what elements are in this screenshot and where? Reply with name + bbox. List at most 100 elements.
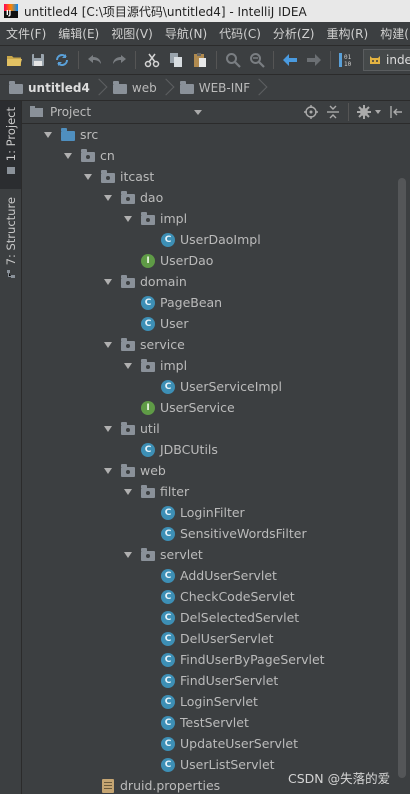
sync-icon[interactable] [52, 50, 72, 70]
locate-target-icon[interactable] [303, 104, 319, 120]
tree-node[interactable]: C UpdateUserServlet [160, 733, 298, 754]
cut-icon[interactable] [142, 50, 162, 70]
tree-node[interactable]: C JDBCUtils [140, 439, 218, 460]
tree-node[interactable]: C LoginFilter [160, 502, 245, 523]
tree-node[interactable]: itcast [82, 166, 154, 187]
paste-icon[interactable] [190, 50, 210, 70]
gear-icon[interactable] [356, 104, 372, 120]
redo-icon[interactable] [109, 50, 129, 70]
package-icon [100, 169, 116, 185]
tree-node[interactable]: C UserListServlet [160, 754, 275, 775]
tree-node[interactable]: C AddUserServlet [160, 565, 277, 586]
breadcrumb-item-web-inf[interactable]: WEB-INF [171, 80, 250, 96]
tree-node[interactable]: service [102, 334, 185, 355]
tab-structure[interactable]: 7: Structure [0, 193, 21, 287]
panel-title: Project [50, 105, 92, 119]
expand-arrow-icon[interactable] [102, 423, 114, 435]
structure-tab-icon [6, 270, 15, 279]
expand-arrow-icon[interactable] [122, 213, 134, 225]
tree-node[interactable]: I UserService [140, 397, 235, 418]
expand-arrow-icon[interactable] [102, 339, 114, 351]
tree-node[interactable]: C CheckCodeServlet [160, 586, 295, 607]
tree-node[interactable]: C TestServlet [160, 712, 249, 733]
menu-edit[interactable]: 编辑(E) [52, 25, 105, 42]
expand-arrow-icon[interactable] [102, 192, 114, 204]
run-configuration-label: index [386, 53, 410, 67]
replace-icon[interactable] [247, 50, 267, 70]
folder-icon [179, 80, 195, 96]
expand-arrow-icon[interactable] [122, 486, 134, 498]
tree-node[interactable]: C LoginServlet [160, 691, 258, 712]
breadcrumb: untitled4 web WEB-INF [0, 75, 410, 101]
expand-arrow-icon[interactable] [82, 171, 94, 183]
save-icon[interactable] [28, 50, 48, 70]
expand-arrow-icon[interactable] [122, 360, 134, 372]
tree-node[interactable]: dao [102, 187, 163, 208]
tree-node[interactable]: C User [140, 313, 189, 334]
breadcrumb-item-web[interactable]: web [104, 80, 157, 96]
tree-node[interactable]: domain [102, 271, 187, 292]
tree-node[interactable]: druid.properties [100, 775, 220, 794]
tree-node[interactable]: C DelSelectedServlet [160, 607, 299, 628]
expand-arrow-icon[interactable] [42, 129, 54, 141]
tree-node[interactable]: C UserDaoImpl [160, 229, 261, 250]
tree-node[interactable]: C PageBean [140, 292, 222, 313]
tree-node-label: JDBCUtils [160, 442, 218, 457]
open-folder-icon[interactable] [4, 50, 24, 70]
tree-node[interactable]: filter [122, 481, 189, 502]
menu-code[interactable]: 代码(C) [213, 25, 267, 42]
tree-node[interactable]: impl [122, 355, 187, 376]
undo-icon[interactable] [85, 50, 105, 70]
vertical-scrollbar[interactable] [394, 124, 410, 794]
expand-arrow-icon[interactable] [102, 276, 114, 288]
copy-icon[interactable] [166, 50, 186, 70]
tree-node[interactable]: C FindUserByPageServlet [160, 649, 325, 670]
class-icon: C [160, 568, 176, 584]
package-icon [140, 211, 156, 227]
menu-refactor[interactable]: 重构(R) [321, 25, 375, 42]
tree-node-label: PageBean [160, 295, 223, 310]
tree-node[interactable]: I UserDao [140, 250, 213, 271]
menu-analyze[interactable]: 分析(Z) [267, 25, 321, 42]
menu-file[interactable]: 文件(F) [0, 25, 52, 42]
tree-node-label: filter [160, 484, 190, 499]
tree-node[interactable]: src [42, 124, 98, 145]
binary-build-icon[interactable]: 01 10 [337, 50, 357, 70]
header-separator [348, 103, 349, 121]
expand-arrow-icon[interactable] [102, 465, 114, 477]
hide-panel-icon[interactable] [388, 104, 404, 120]
breadcrumb-item-untitled4[interactable]: untitled4 [0, 80, 90, 96]
package-icon [120, 421, 136, 437]
project-view-selector[interactable]: Project [30, 105, 202, 119]
tree-node[interactable]: C SensitiveWordsFilter [160, 523, 307, 544]
collapse-all-icon[interactable] [325, 104, 341, 120]
toolbar-separator [135, 51, 136, 69]
tree-node[interactable]: cn [62, 145, 115, 166]
tree-node[interactable]: servlet [122, 544, 203, 565]
tree-node[interactable]: web [102, 460, 166, 481]
menu-view[interactable]: 视图(V) [105, 25, 159, 42]
run-configuration-selector[interactable]: index [363, 49, 410, 71]
class-icon: C [160, 232, 176, 248]
breadcrumb-separator [256, 78, 264, 98]
tree-node-label: FindUserByPageServlet [180, 652, 325, 667]
interface-icon: I [140, 253, 156, 269]
expand-arrow-icon[interactable] [62, 150, 74, 162]
scrollbar-thumb[interactable] [398, 178, 406, 778]
forward-arrow-icon[interactable] [304, 50, 324, 70]
toolbar-separator [216, 51, 217, 69]
find-icon[interactable] [223, 50, 243, 70]
menu-build[interactable]: 构建(B) [374, 25, 410, 42]
tree-node[interactable]: util [102, 418, 160, 439]
settings-dropdown-icon[interactable] [375, 110, 381, 114]
tree-node-label: UpdateUserServlet [180, 736, 298, 751]
tab-project[interactable]: 1: Project [0, 101, 21, 189]
tree-node[interactable]: C DelUserServlet [160, 628, 274, 649]
tree-node[interactable]: impl [122, 208, 187, 229]
tree-node-label: DelUserServlet [180, 631, 274, 646]
tree-node[interactable]: C FindUserServlet [160, 670, 278, 691]
back-arrow-icon[interactable] [280, 50, 300, 70]
menu-navigate[interactable]: 导航(N) [159, 25, 213, 42]
tree-node[interactable]: C UserServiceImpl [160, 376, 282, 397]
expand-arrow-icon[interactable] [122, 549, 134, 561]
